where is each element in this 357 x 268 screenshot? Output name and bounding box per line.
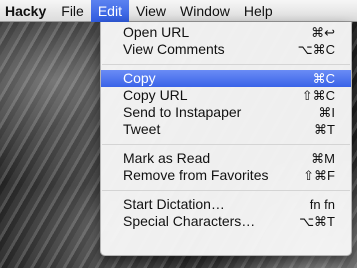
menu-item-shortcut: ⌥⌘T xyxy=(299,214,335,229)
menu-item-label: Special Characters… xyxy=(123,213,256,229)
menu-item-label: Copy URL xyxy=(123,87,188,103)
menu-item-label: Copy xyxy=(123,70,156,86)
menu-item-shortcut: ⌘C xyxy=(312,71,335,86)
menu-item-view-comments[interactable]: View Comments ⌥⌘C xyxy=(101,41,351,58)
menu-edit[interactable]: Edit xyxy=(90,0,129,22)
menu-bar: Hacky File Edit View Window Help xyxy=(0,0,357,22)
menu-item-label: Remove from Favorites xyxy=(123,167,269,183)
menu-item-shortcut: fn fn xyxy=(309,197,335,212)
menu-item-label: Send to Instapaper xyxy=(123,104,242,120)
menu-item-tweet[interactable]: Tweet ⌘T xyxy=(101,121,351,138)
menu-app-hacky[interactable]: Hacky xyxy=(0,0,54,22)
menu-item-label: Tweet xyxy=(123,121,161,137)
menu-item-send-to-instapaper[interactable]: Send to Instapaper ⌘I xyxy=(101,104,351,121)
menu-item-shortcut: ⌘I xyxy=(318,105,335,120)
edit-menu-dropdown: Open URL ⌘↩ View Comments ⌥⌘C Copy ⌘C Co… xyxy=(100,22,352,256)
menu-item-shortcut: ⌥⌘C xyxy=(297,42,335,57)
menu-separator xyxy=(102,190,350,191)
menu-help[interactable]: Help xyxy=(237,0,280,22)
menu-item-shortcut: ⇧⌘F xyxy=(303,168,335,183)
menu-view[interactable]: View xyxy=(129,0,173,22)
menu-separator xyxy=(102,64,350,65)
menu-item-label: View Comments xyxy=(123,41,225,57)
menu-item-shortcut: ⌘↩ xyxy=(311,25,335,40)
menu-item-label: Mark as Read xyxy=(123,150,211,166)
menu-item-copy-url[interactable]: Copy URL ⇧⌘C xyxy=(101,87,351,104)
menu-item-open-url[interactable]: Open URL ⌘↩ xyxy=(101,24,351,41)
menu-item-label: Open URL xyxy=(123,24,190,40)
menu-window[interactable]: Window xyxy=(173,0,237,22)
menu-item-label: Start Dictation… xyxy=(123,196,225,212)
menu-item-start-dictation[interactable]: Start Dictation… fn fn xyxy=(101,196,351,213)
menu-item-shortcut: ⌘T xyxy=(314,122,335,137)
menu-item-shortcut: ⇧⌘C xyxy=(301,88,335,103)
menu-item-copy[interactable]: Copy ⌘C xyxy=(101,70,351,87)
menu-item-shortcut: ⌘M xyxy=(311,151,335,166)
menu-item-mark-as-read[interactable]: Mark as Read ⌘M xyxy=(101,150,351,167)
menu-separator xyxy=(102,144,350,145)
menu-file[interactable]: File xyxy=(54,0,91,22)
menu-item-remove-from-favorites[interactable]: Remove from Favorites ⇧⌘F xyxy=(101,167,351,184)
menu-item-special-characters[interactable]: Special Characters… ⌥⌘T xyxy=(101,213,351,230)
